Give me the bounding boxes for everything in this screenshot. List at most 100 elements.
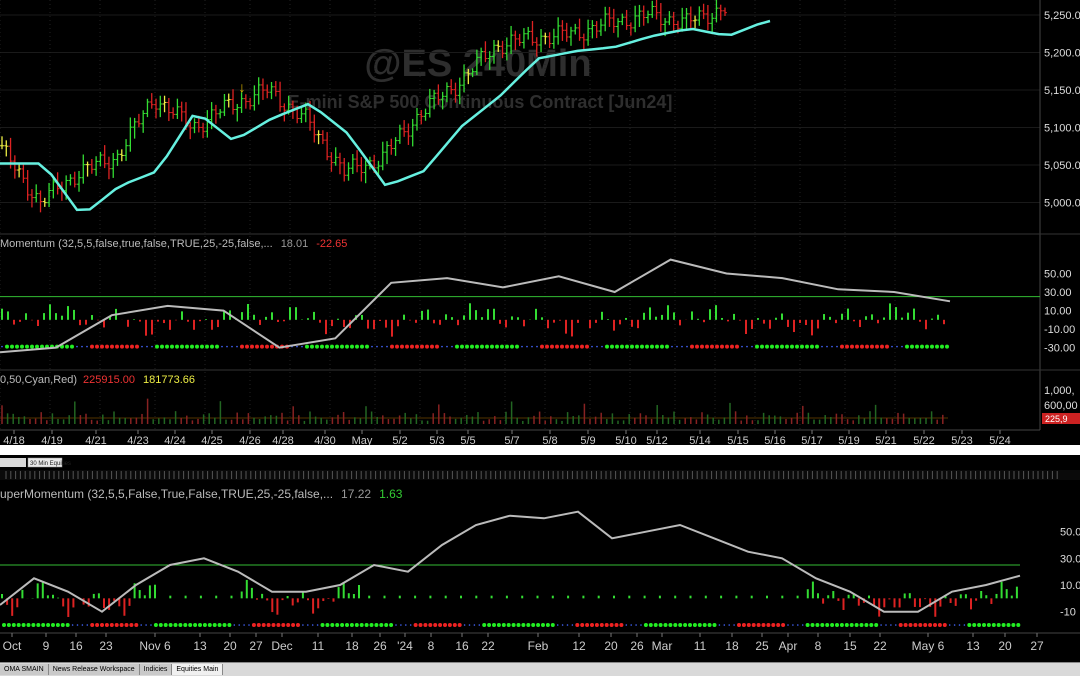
signal-dot	[780, 344, 784, 349]
bottom-signal-dot	[158, 623, 163, 627]
signal-dot	[836, 345, 838, 348]
signal-dot	[125, 344, 129, 349]
bottom-signal-dot	[482, 623, 487, 627]
momentum-axis-label: -10.00	[1044, 324, 1075, 336]
bottom-signal-dot	[556, 624, 559, 626]
bottom-signal-dot	[302, 624, 304, 626]
volume-panel[interactable]	[0, 398, 948, 424]
bottom-signal-dot	[776, 623, 781, 627]
momentum-panel[interactable]	[0, 258, 1040, 354]
bottom-date-label: May 6	[912, 639, 945, 653]
bottom-signal-dot	[571, 624, 574, 626]
workspace-tab[interactable]: News Release Workspace	[48, 664, 140, 675]
signal-dot	[630, 344, 634, 349]
tab-label: 30 Min Equities	[30, 461, 71, 467]
bottom-signal-dot	[580, 623, 585, 627]
bottom-signal-dot	[707, 623, 712, 627]
signal-dot	[435, 344, 439, 349]
tab-strip-edge	[0, 458, 26, 467]
signal-dot	[785, 344, 789, 349]
bottom-signal-dot	[771, 623, 776, 627]
signal-dot	[940, 344, 944, 349]
bottom-axis-label: 10.00	[1060, 580, 1080, 592]
bottom-signal-dot	[825, 623, 830, 627]
signal-dot	[665, 344, 669, 349]
bottom-signal-dot	[31, 623, 36, 627]
signal-arrow-icon: ↓	[239, 79, 246, 95]
signal-dot	[10, 344, 14, 349]
bottom-date-label: 22	[873, 639, 887, 653]
signal-dot	[660, 344, 664, 349]
price-panel[interactable]: @ES 240Min E-mini S&P 500 Continuous Con…	[0, 0, 1040, 430]
signal-dot	[555, 344, 559, 349]
signal-dot	[505, 344, 509, 349]
bottom-signal-dot	[561, 624, 564, 626]
bottom-signal-dot	[933, 623, 937, 627]
bottom-signal-dot	[977, 623, 982, 627]
bottom-momentum-line	[0, 510, 1021, 613]
bottom-date-label: 12	[572, 639, 586, 653]
signal-dot	[390, 344, 394, 349]
bottom-signal-dot	[233, 624, 236, 626]
bottom-signal-dot	[202, 623, 207, 627]
bottom-signal-dot	[389, 623, 394, 627]
bottom-signal-dot	[90, 623, 95, 627]
bottom-signal-dot	[723, 624, 726, 626]
signal-dot	[531, 345, 533, 348]
bottom-signal-dot	[797, 624, 799, 626]
bottom-signal-dot	[140, 624, 142, 626]
volume-axis-label: 1,000,	[1044, 385, 1075, 397]
bottom-signal-dot	[364, 623, 369, 627]
bottom-signal-dot	[307, 624, 309, 626]
bottom-momentum-panel[interactable]	[0, 510, 1021, 627]
bottom-signal-dot	[276, 623, 281, 627]
signal-dot	[860, 344, 864, 349]
bottom-signal-dot	[531, 623, 536, 627]
signal-dot	[545, 344, 549, 349]
bottom-signal-dot	[369, 623, 374, 627]
bottom-signal-dot	[36, 623, 41, 627]
bottom-signal-dot	[163, 623, 168, 627]
bottom-signal-dot	[673, 623, 678, 627]
workspace-tab[interactable]: Indicies	[139, 664, 173, 675]
bottom-signal-dot	[663, 623, 668, 627]
signal-dot	[625, 344, 629, 349]
bottom-signal-dot	[903, 623, 908, 627]
bottom-signal-dot	[100, 623, 104, 627]
signal-dot	[765, 344, 769, 349]
signal-dot	[15, 344, 19, 349]
bottom-signal-dot	[457, 623, 462, 627]
workspace-tab[interactable]: Equities Main	[172, 664, 224, 675]
bottom-signal-dot	[963, 624, 966, 626]
date-axis: 4/18 4/19 4/21 4/23 4/24 4/25 4/26 4/28 4/30 May 5…	[3, 430, 1011, 447]
bottom-date-label: 22	[481, 639, 495, 653]
bottom-signal-dot	[849, 623, 854, 627]
bottom-signal-dot	[188, 623, 193, 627]
bottom-signal-dot	[792, 624, 794, 626]
workspace-tab[interactable]: OMA SMAIN	[0, 664, 49, 675]
signal-dot	[135, 344, 139, 349]
watermark-name: E-mini S&P 500 Continuous Contract [Jun2…	[288, 92, 673, 112]
signal-dot	[400, 344, 404, 349]
bottom-signal-dot	[76, 624, 79, 626]
bottom-signal-dot	[908, 623, 913, 627]
bottom-date-label: 27	[1030, 639, 1044, 653]
signal-dot	[335, 344, 339, 349]
signal-dot	[100, 344, 104, 349]
price-axis-label: 5,100.00	[1044, 123, 1080, 135]
signal-dot	[250, 344, 254, 349]
bottom-signal-dot	[447, 623, 452, 627]
bottom-signal-dot	[129, 623, 134, 627]
bottom-date-label: 20	[604, 639, 618, 653]
signal-dot	[395, 344, 399, 349]
signal-dot	[20, 344, 24, 349]
bottom-signal-dot	[428, 623, 433, 627]
bottom-signal-dot	[958, 624, 961, 626]
signal-dot	[891, 345, 893, 348]
bottom-signal-dot	[60, 623, 65, 627]
signal-dot	[650, 344, 654, 349]
bottom-signal-dot	[928, 623, 933, 627]
momentum-axis-label: 10.00	[1044, 306, 1072, 318]
bottom-signal-dot	[545, 623, 550, 627]
bottom-signal-dot	[325, 623, 330, 627]
